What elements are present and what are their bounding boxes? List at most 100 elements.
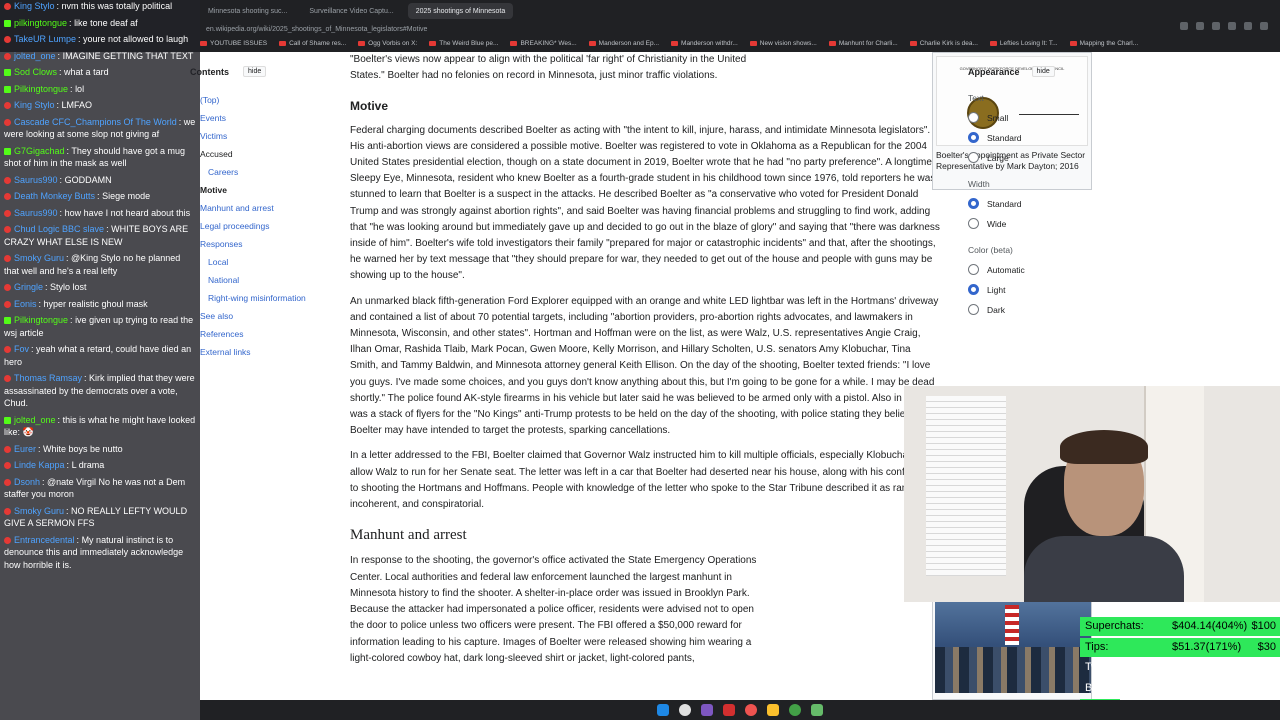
toc-item[interactable]: External links <box>200 343 320 361</box>
color-options: Automatic Light Dark <box>968 264 1108 315</box>
chat-username[interactable]: G7Gigachad <box>14 146 65 156</box>
chat-username[interactable]: jolted_one <box>14 51 56 61</box>
extension-icon[interactable] <box>1180 22 1188 30</box>
toc-item[interactable]: Accused <box>200 145 320 163</box>
bookmark-item[interactable]: Manhunt for Charli... <box>828 40 898 47</box>
browser-tab[interactable]: Surveillance Video Captu... <box>301 3 401 19</box>
browser-tab[interactable]: Minnesota shooting suc... <box>200 3 295 19</box>
extension-icon[interactable] <box>1228 22 1236 30</box>
extension-icon[interactable] <box>1212 22 1220 30</box>
chat-username[interactable]: Eurer <box>14 444 36 454</box>
bookmark-item[interactable]: The Weird Blue pe... <box>429 40 498 47</box>
radio-button[interactable] <box>968 198 979 209</box>
radio-button[interactable] <box>968 132 979 143</box>
chat-username[interactable]: Gringle <box>14 282 43 292</box>
radio-button[interactable] <box>968 284 979 295</box>
chat-username[interactable]: Sod Clows <box>14 67 57 77</box>
spotify-icon[interactable] <box>789 704 801 716</box>
color-option[interactable]: Automatic <box>968 264 1108 275</box>
toc-item[interactable]: Right-wing misinformation <box>200 289 320 307</box>
chat-overlay: King Stylo: nvm this was totally politic… <box>0 0 200 720</box>
wikipedia-page: Contents hide (Top) Events Victims Accused C… <box>190 52 1280 700</box>
chat-username[interactable]: TakeUR Lumpe <box>14 34 76 44</box>
chat-username[interactable]: Smoky Guru <box>14 506 64 516</box>
toc-item[interactable]: References <box>200 325 320 343</box>
extension-icons <box>1180 22 1268 30</box>
toc-item[interactable]: Manhunt and arrest <box>200 199 320 217</box>
bookmark-item[interactable]: BREAKING* Wes... <box>510 40 577 47</box>
goal-goal: 1000 <box>1251 681 1276 694</box>
chat-username[interactable]: Thomas Ramsay <box>14 373 82 383</box>
radio-button[interactable] <box>968 264 979 275</box>
chat-username[interactable]: pilkingtongue <box>14 18 67 28</box>
bookmark-item[interactable]: Call of Shame res... <box>279 40 346 47</box>
bookmark-item[interactable]: Charlie Kirk is dea... <box>909 40 978 47</box>
bookmark-item[interactable]: Ogg Vorbis on X: <box>358 40 417 47</box>
chat-username[interactable]: Dsonh <box>14 477 40 487</box>
radio-button[interactable] <box>968 112 979 123</box>
chat-username[interactable]: Death Monkey Butts <box>14 191 95 201</box>
text-size-label: Text <box>968 93 984 103</box>
toc-hide-button[interactable]: hide <box>243 66 267 77</box>
width-option[interactable]: Wide <box>968 218 1108 229</box>
browser-icon[interactable] <box>745 704 757 716</box>
extension-icon[interactable] <box>1196 22 1204 30</box>
bookmark-item[interactable]: New vision shows... <box>749 40 817 47</box>
toc-item[interactable]: Local <box>200 253 320 271</box>
chat-username[interactable]: Pilkingtongue <box>14 84 68 94</box>
goal-goal: 10 <box>1263 661 1276 673</box>
chat-username[interactable]: Entrancedental <box>14 535 75 545</box>
bookmark-item[interactable]: YOUTUBE ISSUES <box>200 40 267 47</box>
chat-username[interactable]: Linde Kappa <box>14 460 65 470</box>
color-option[interactable]: Light <box>968 284 1108 295</box>
app-icon[interactable] <box>701 704 713 716</box>
youtube-icon <box>4 346 11 354</box>
text-size-option[interactable]: Standard <box>968 132 1108 143</box>
chat-message: Eonis: hyper realistic ghoul mask <box>4 298 196 311</box>
chat-username[interactable]: Chud Logic BBC slave <box>14 224 104 234</box>
toc-item[interactable]: Responses <box>200 235 320 253</box>
chat-username[interactable]: Fov <box>14 344 29 354</box>
toc-item[interactable]: Motive <box>200 181 320 199</box>
radio-button[interactable] <box>968 304 979 315</box>
browser-tab-active[interactable]: 2025 shootings of Minnesota <box>407 3 514 19</box>
chat-username[interactable]: Pilkingtongue <box>14 315 68 325</box>
text-size-option[interactable]: Small <box>968 112 1108 123</box>
chat-text: LMFAO <box>61 100 93 110</box>
search-icon[interactable] <box>679 704 691 716</box>
toc-item[interactable]: See also <box>200 307 320 325</box>
extension-icon[interactable] <box>1244 22 1252 30</box>
toc-item[interactable]: Events <box>200 109 320 127</box>
windows-start-icon[interactable] <box>657 704 669 716</box>
chat-username[interactable]: King Stylo <box>14 1 55 11</box>
width-option[interactable]: Standard <box>968 198 1108 209</box>
text-size-option[interactable]: Large <box>968 152 1108 163</box>
app-icon[interactable] <box>811 704 823 716</box>
folder-icon[interactable] <box>767 704 779 716</box>
bookmark-item[interactable]: Lefties Losing It: T... <box>989 40 1058 47</box>
chat-username[interactable]: Cascade CFC_Champions Of The World <box>14 117 177 127</box>
appearance-hide-button[interactable]: hide <box>1031 66 1055 77</box>
bookmark-item[interactable]: Mapping the Charl... <box>1069 40 1138 47</box>
width-options: Standard Wide <box>968 198 1108 229</box>
chat-username[interactable]: Eonis <box>14 299 37 309</box>
extension-icon[interactable] <box>1260 22 1268 30</box>
toc-item[interactable]: Careers <box>200 163 320 181</box>
chat-username[interactable]: Saurus990 <box>14 208 58 218</box>
toc-item[interactable]: Victims <box>200 127 320 145</box>
bookmark-item[interactable]: Manderson withdr... <box>671 40 738 47</box>
toc-item[interactable]: National <box>200 271 320 289</box>
chat-username[interactable]: Saurus990 <box>14 175 58 185</box>
toc-item[interactable]: (Top) <box>200 91 320 109</box>
radio-button[interactable] <box>968 152 979 163</box>
chat-username[interactable]: King Stylo <box>14 100 55 110</box>
youtube-icon <box>909 41 917 46</box>
radio-button[interactable] <box>968 218 979 229</box>
address-bar[interactable]: en.wikipedia.org/wiki/2025_shootings_of_… <box>200 22 900 36</box>
bookmark-item[interactable]: Manderson and Ep... <box>588 40 659 47</box>
toc-item[interactable]: Legal proceedings <box>200 217 320 235</box>
chat-username[interactable]: jolted_one <box>14 415 56 425</box>
color-option[interactable]: Dark <box>968 304 1108 315</box>
chat-username[interactable]: Smoky Guru <box>14 253 64 263</box>
obs-icon[interactable] <box>723 704 735 716</box>
